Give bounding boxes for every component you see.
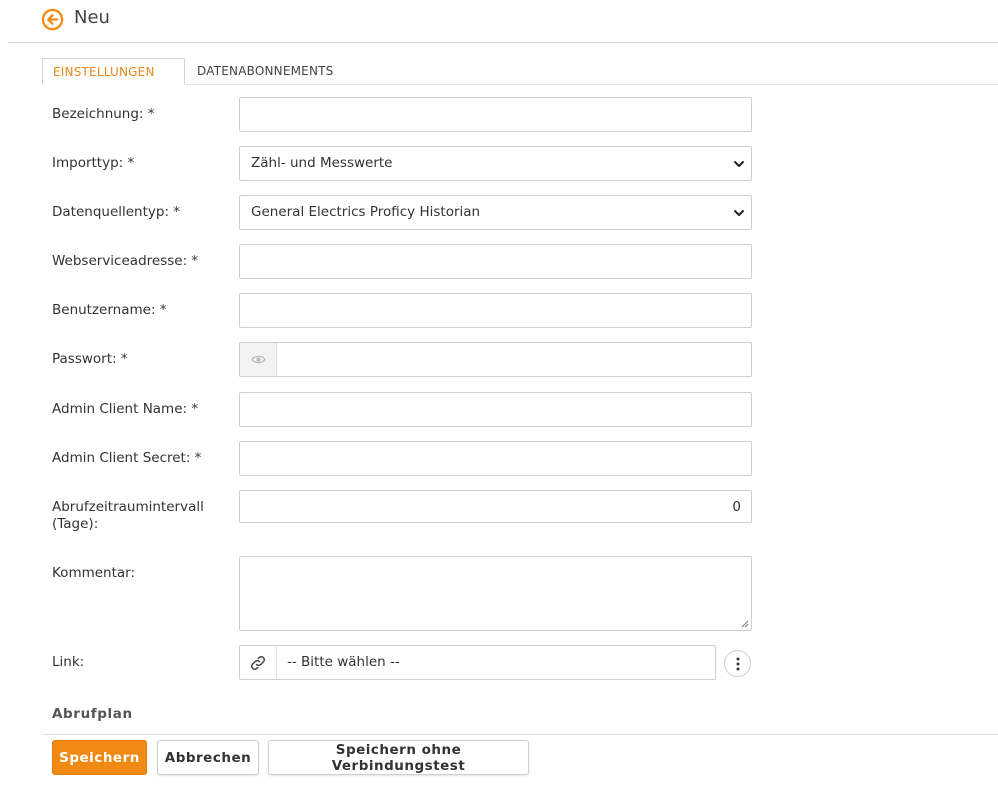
vertical-dots-icon: [736, 657, 740, 671]
kommentar-field: [239, 556, 752, 631]
abrufplan-section-title: Abrufplan: [52, 706, 133, 722]
tab-bar-divider: [185, 84, 998, 85]
datenquellentyp-label: Datenquellentyp: *: [52, 204, 181, 220]
link-selected-value: -- Bitte wählen --: [287, 654, 400, 670]
link-select[interactable]: -- Bitte wählen --: [239, 645, 716, 680]
page-title: Neu: [74, 7, 110, 28]
header-divider: [8, 42, 998, 43]
admin-client-name-field: [239, 392, 752, 427]
link-addon: [240, 646, 277, 679]
abrufzeitraum-label-line1: Abrufzeitraumintervall: [52, 499, 204, 515]
importtyp-label: Importtyp: *: [52, 155, 135, 171]
save-without-connection-test-button[interactable]: Speichern ohne Verbindungstest: [268, 740, 529, 775]
admin-client-name-label: Admin Client Name: *: [52, 401, 199, 417]
passwort-field: [239, 342, 752, 377]
importtyp-selected-value: Zähl- und Messwerte: [251, 155, 393, 171]
chevron-down-icon: [734, 161, 744, 167]
passwort-input-wrap: [277, 343, 751, 376]
chevron-down-icon: [734, 210, 744, 216]
benutzername-field: [239, 293, 752, 328]
tab-einstellungen[interactable]: EINSTELLUNGEN: [42, 58, 185, 85]
admin-client-secret-input[interactable]: [240, 442, 751, 475]
passwort-label: Passwort: *: [52, 351, 128, 367]
datenquellentyp-select[interactable]: General Electrics Proficy Historian: [239, 195, 752, 230]
show-password-toggle[interactable]: [240, 343, 277, 376]
abrufzeitraum-input[interactable]: [240, 491, 751, 522]
eye-icon: [251, 355, 266, 364]
admin-client-secret-field: [239, 441, 752, 476]
save-button[interactable]: Speichern: [52, 740, 147, 775]
footer-divider: [42, 734, 998, 735]
bezeichnung-input[interactable]: [240, 98, 751, 131]
link-more-options-button[interactable]: [724, 650, 751, 677]
tab-datenabonnements[interactable]: DATENABONNEMENTS: [185, 58, 333, 85]
link-icon: [250, 655, 266, 671]
kommentar-textarea[interactable]: [240, 557, 751, 630]
link-label: Link:: [52, 654, 85, 670]
kommentar-label: Kommentar:: [52, 565, 136, 581]
admin-client-secret-label: Admin Client Secret: *: [52, 450, 202, 466]
abrufzeitraum-label: Abrufzeitraumintervall (Tage):: [52, 499, 204, 533]
bezeichnung-label: Bezeichnung: *: [52, 106, 155, 122]
abrufzeitraum-label-line2: (Tage):: [52, 516, 99, 532]
webserviceadresse-field: [239, 244, 752, 279]
webserviceadresse-input[interactable]: [240, 245, 751, 278]
cancel-button[interactable]: Abbrechen: [157, 740, 259, 775]
bezeichnung-field: [239, 97, 752, 132]
admin-client-name-input[interactable]: [240, 393, 751, 426]
importtyp-select[interactable]: Zähl- und Messwerte: [239, 146, 752, 181]
benutzername-input[interactable]: [240, 294, 751, 327]
passwort-input[interactable]: [277, 343, 751, 376]
datenquellentyp-selected-value: General Electrics Proficy Historian: [251, 204, 481, 220]
back-arrow-icon[interactable]: [41, 8, 64, 31]
benutzername-label: Benutzername: *: [52, 302, 167, 318]
abrufzeitraum-field: [239, 490, 752, 523]
resize-grip-icon[interactable]: [741, 620, 749, 628]
webserviceadresse-label: Webserviceadresse: *: [52, 253, 199, 269]
page-header: Neu: [0, 0, 998, 43]
